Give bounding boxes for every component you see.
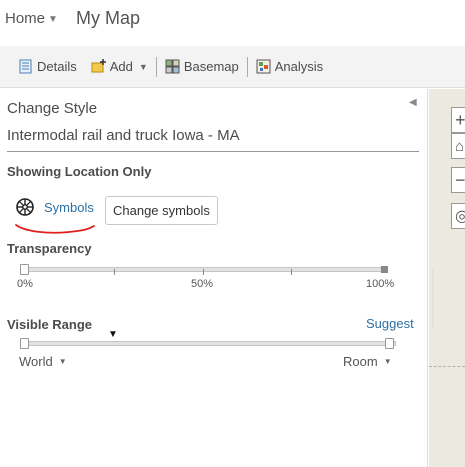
max-scale-value: Room <box>343 354 378 369</box>
visible-range-min-thumb[interactable] <box>20 338 29 349</box>
suggest-link[interactable]: Suggest <box>366 316 414 331</box>
collapse-panel-icon[interactable]: ◀ <box>409 97 417 108</box>
map-view[interactable]: + ⌂ − ◎ <box>429 89 465 467</box>
zoom-out-button[interactable]: − <box>451 167 465 193</box>
slider-tick <box>203 269 204 275</box>
home-icon: ⌂ <box>455 137 465 155</box>
chevron-down-icon: ▼ <box>48 14 58 25</box>
details-icon <box>19 59 32 74</box>
home-extent-button[interactable]: ⌂ <box>451 133 465 159</box>
map-toolbar: Details Add ▼ Basemap Analysis <box>0 46 465 88</box>
details-button[interactable]: Details <box>14 57 81 76</box>
analysis-label: Analysis <box>274 59 324 74</box>
map-feature <box>432 269 434 329</box>
chevron-down-icon: ▼ <box>58 357 67 366</box>
basemap-label: Basemap <box>183 59 239 74</box>
symbol-wheel-icon[interactable] <box>15 197 35 217</box>
zoom-in-button[interactable]: + <box>451 107 465 133</box>
tick-label-0: 0% <box>17 278 33 290</box>
app-header: Home ▼ My Map <box>0 0 465 46</box>
transparency-label: Transparency <box>7 241 92 256</box>
current-scale-marker: ▼ <box>108 329 118 340</box>
slider-tick <box>291 269 292 275</box>
basemap-button[interactable]: Basemap <box>161 57 243 76</box>
visible-range-max-thumb[interactable] <box>385 338 394 349</box>
panel-divider <box>7 151 419 152</box>
layer-name: Intermodal rail and truck Iowa - MA <box>7 127 240 144</box>
slider-tick <box>114 269 115 275</box>
map-road <box>429 366 465 367</box>
tick-label-50: 50% <box>191 278 214 290</box>
style-mode-label: Showing Location Only <box>7 164 152 179</box>
toolbar-divider <box>246 56 248 77</box>
max-scale-select[interactable]: Room ▼ <box>343 354 392 369</box>
visible-range-label: Visible Range <box>7 317 93 332</box>
min-scale-select[interactable]: World ▼ <box>19 354 67 369</box>
home-label: Home <box>5 10 46 27</box>
analysis-button[interactable]: Analysis <box>252 57 327 76</box>
slider-end-cap <box>381 266 388 273</box>
toolbar-divider <box>155 56 157 77</box>
details-label: Details <box>37 59 77 74</box>
map-title: My Map <box>76 8 141 28</box>
zoom-out-icon: − <box>455 169 465 190</box>
tick-label-100: 100% <box>366 278 395 290</box>
visible-range-slider-track[interactable] <box>20 341 396 346</box>
add-button[interactable]: Add ▼ <box>87 57 152 76</box>
locate-button[interactable]: ◎ <box>451 203 465 229</box>
change-symbols-button[interactable]: Change symbols <box>105 196 218 225</box>
min-scale-value: World <box>19 354 53 369</box>
locate-icon: ◎ <box>455 208 465 225</box>
transparency-slider-track[interactable] <box>20 267 388 272</box>
chevron-down-icon: ▼ <box>383 357 392 366</box>
analysis-icon <box>256 59 271 74</box>
zoom-in-icon: + <box>455 109 465 130</box>
add-layer-icon <box>91 59 106 73</box>
basemap-grid-icon <box>165 59 180 74</box>
add-label: Add <box>109 59 133 74</box>
symbols-link[interactable]: Symbols <box>44 200 94 215</box>
panel-title: Change Style <box>7 100 98 117</box>
home-menu-button[interactable]: Home ▼ <box>5 10 58 27</box>
symbols-row: Symbols <box>15 197 94 217</box>
transparency-slider-thumb[interactable] <box>20 264 29 275</box>
change-style-panel: ◀ Change Style Intermodal rail and truck… <box>0 89 428 467</box>
red-underline-annotation <box>15 224 95 234</box>
chevron-down-icon: ▼ <box>138 61 148 72</box>
